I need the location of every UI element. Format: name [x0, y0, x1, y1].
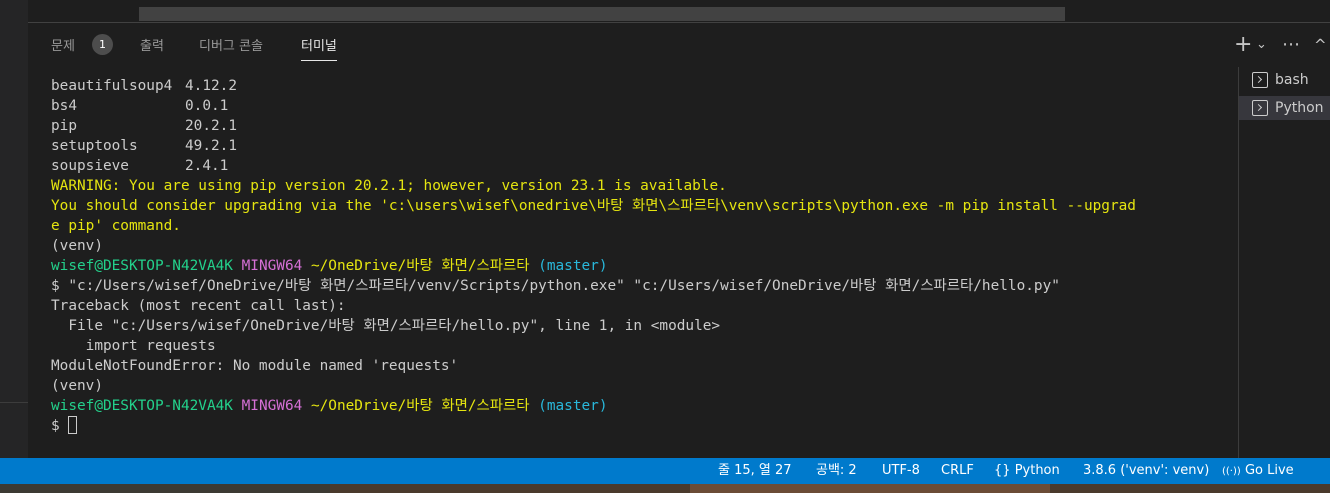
- package-row: pip 20.2.1: [51, 118, 237, 134]
- chevron-down-icon[interactable]: ⌄: [1256, 33, 1267, 57]
- venv-indicator: (venv): [51, 378, 103, 394]
- terminal-icon: [1252, 72, 1268, 88]
- encoding[interactable]: UTF-8: [882, 458, 920, 484]
- input-line[interactable]: $: [51, 416, 1136, 436]
- terminal-icon: [1252, 100, 1268, 116]
- prompt-line: wisef@DESKTOP-N42VA4K MINGW64 ~/OneDrive…: [51, 258, 608, 274]
- terminal-view[interactable]: beautifulsoup4 4.12.2 bs4 0.0.1 pip 20.2.1 …: [28, 67, 1238, 458]
- desktop-background: [0, 484, 1330, 493]
- panel-tab-bar: 문제 1 출력 디버그 콘솔 터미널: [28, 23, 1330, 67]
- terminal-output: beautifulsoup4 4.12.2 bs4 0.0.1 pip 20.2.1 …: [51, 76, 1136, 436]
- traceback-line: import requests: [51, 338, 216, 354]
- add-terminal-icon[interactable]: +: [1234, 33, 1252, 57]
- traceback-line: File "c:/Users/wisef/OneDrive/바탕 화면/스파르타…: [51, 318, 721, 334]
- language-mode[interactable]: {} Python: [994, 458, 1060, 484]
- activity-rail: [0, 0, 28, 458]
- terminal-item-python[interactable]: Python: [1239, 96, 1330, 120]
- pip-warning-line: e pip' command.: [51, 218, 181, 234]
- collapse-panel-icon[interactable]: ^: [1314, 33, 1327, 57]
- tab-problems[interactable]: 문제: [51, 35, 75, 54]
- status-bar: 줄 15, 열 27 공백: 2 UTF-8 CRLF {} Python 3.…: [0, 458, 1330, 484]
- cursor-position[interactable]: 줄 15, 열 27: [718, 458, 792, 484]
- package-row: beautifulsoup4 4.12.2: [51, 78, 237, 94]
- traceback-line: Traceback (most recent call last):: [51, 298, 346, 314]
- terminal-cursor: [68, 416, 78, 434]
- command-line: $ "c:/Users/wisef/OneDrive/바탕 화면/스파르타/ve…: [51, 278, 1060, 294]
- indentation[interactable]: 공백: 2: [816, 458, 857, 484]
- package-row: soupsieve 2.4.1: [51, 158, 229, 174]
- more-icon[interactable]: ⋯: [1282, 33, 1300, 57]
- braces-icon: {}: [994, 463, 1011, 478]
- panel-actions: + ⌄ ⋯ ^: [1220, 33, 1330, 57]
- tab-terminal[interactable]: 터미널: [301, 35, 337, 61]
- python-interpreter[interactable]: 3.8.6 ('venv': venv): [1083, 458, 1209, 484]
- package-row: bs4 0.0.1: [51, 98, 229, 114]
- tab-debug-console[interactable]: 디버그 콘솔: [199, 35, 263, 54]
- rail-divider: [0, 402, 28, 403]
- package-row: setuptools 49.2.1: [51, 138, 237, 154]
- terminal-item-bash[interactable]: bash: [1239, 68, 1330, 92]
- pip-warning-line: WARNING: You are using pip version 20.2.…: [51, 178, 727, 194]
- editor-area: [28, 0, 1330, 22]
- problems-count-badge: 1: [92, 34, 113, 55]
- horizontal-scrollbar[interactable]: [139, 7, 1065, 21]
- go-live-button[interactable]: ((·)) Go Live: [1222, 458, 1294, 484]
- prompt-line: wisef@DESKTOP-N42VA4K MINGW64 ~/OneDrive…: [51, 398, 608, 414]
- line-ending[interactable]: CRLF: [941, 458, 974, 484]
- venv-indicator: (venv): [51, 238, 103, 254]
- pip-warning-line: You should consider upgrading via the 'c…: [51, 198, 1136, 214]
- tab-output[interactable]: 출력: [140, 35, 164, 54]
- broadcast-icon: ((·)): [1222, 466, 1241, 477]
- error-line: ModuleNotFoundError: No module named 're…: [51, 358, 459, 374]
- terminal-list: bash Python: [1238, 67, 1330, 458]
